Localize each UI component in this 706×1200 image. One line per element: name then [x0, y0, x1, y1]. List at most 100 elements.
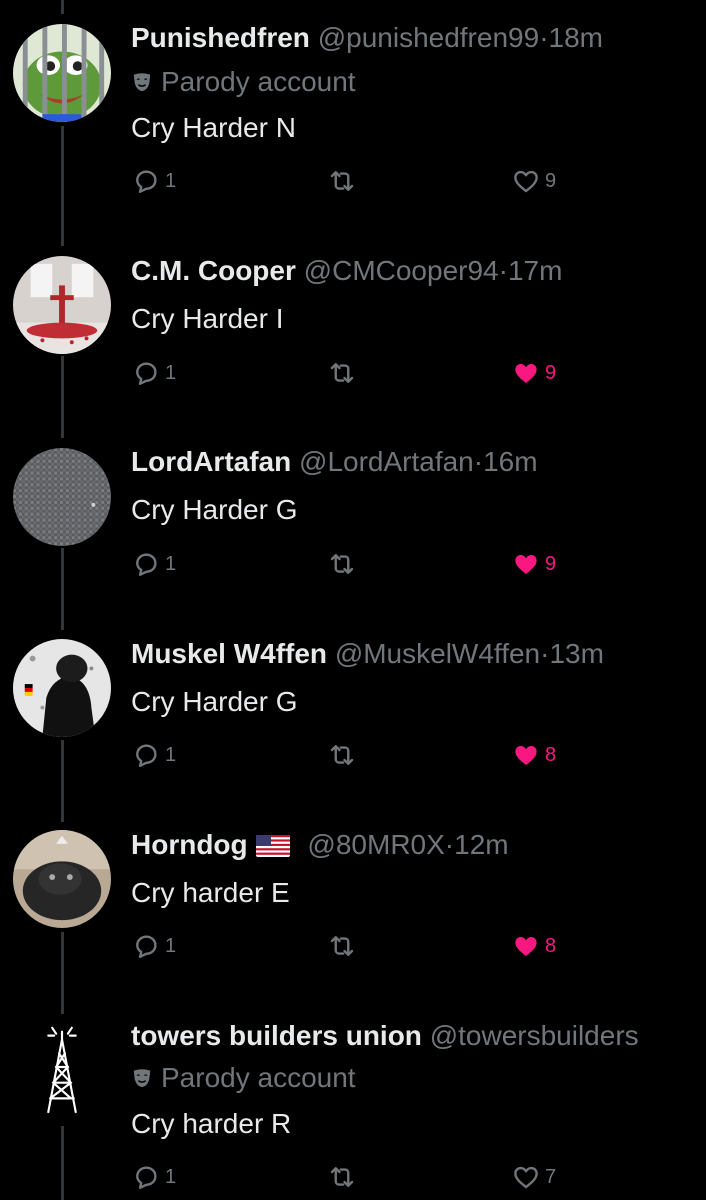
parody-text: Parody account	[161, 1062, 356, 1093]
user-handle[interactable]: @towersbuilders	[430, 1020, 639, 1051]
reply-count: 1	[165, 361, 177, 384]
reply-icon	[136, 1166, 157, 1189]
reply-button[interactable]: 1	[131, 740, 176, 770]
action-bar: 1 8	[131, 931, 581, 961]
reply-button[interactable]: 1	[131, 358, 176, 388]
timestamp[interactable]: 17m	[508, 255, 562, 286]
retweet-icon	[330, 936, 354, 956]
thread-line	[61, 126, 64, 246]
action-bar: 1 7	[131, 1162, 581, 1192]
retweet-button[interactable]	[327, 931, 357, 961]
tweet-header: towers builders union @towersbuilders	[131, 1018, 639, 1054]
heart-filled-icon	[515, 746, 537, 765]
separator-dot: ·	[473, 446, 484, 477]
tweet-text: Cry harder R	[131, 1108, 292, 1139]
thread-line	[61, 356, 64, 438]
reply-icon	[136, 744, 157, 767]
user-handle[interactable]: @CMCooper94	[304, 255, 499, 286]
tweet-header: C.M. Cooper @CMCooper94·17m	[131, 253, 562, 289]
thread-line	[61, 1126, 64, 1200]
like-button[interactable]: 8	[511, 931, 556, 961]
like-button[interactable]: 8	[511, 740, 556, 770]
radio-tower-avatar-icon	[13, 1018, 111, 1116]
reply-button[interactable]: 1	[131, 166, 176, 196]
us-flag-icon	[255, 835, 290, 857]
tweet-header: Muskel W4ffen @MuskelW4ffen·13m	[131, 636, 604, 672]
display-name[interactable]: Horndog	[131, 829, 248, 860]
separator-dot: ·	[444, 829, 455, 860]
reply-icon	[136, 935, 157, 958]
parody-text: Parody account	[161, 66, 356, 97]
display-name[interactable]: towers builders union	[131, 1020, 422, 1051]
user-handle[interactable]: @punishedfren99	[318, 22, 539, 53]
like-count: 9	[545, 361, 557, 384]
like-count: 7	[545, 1165, 557, 1188]
retweet-button[interactable]	[327, 166, 357, 196]
tweet-header: Horndog @80MR0X·12m	[131, 827, 509, 863]
like-button[interactable]: 9	[511, 358, 556, 388]
frog-avatar-icon	[13, 24, 111, 122]
display-name[interactable]: C.M. Cooper	[131, 255, 296, 286]
like-button[interactable]: 7	[511, 1162, 556, 1192]
display-name[interactable]: Muskel W4ffen	[131, 638, 327, 669]
reply-button[interactable]: 1	[131, 931, 176, 961]
retweet-button[interactable]	[327, 740, 357, 770]
reply-button[interactable]: 1	[131, 1162, 176, 1192]
reply-count: 1	[165, 552, 177, 575]
heart-filled-icon	[515, 937, 537, 956]
cross-room-avatar-icon	[13, 256, 111, 354]
like-count: 9	[545, 169, 557, 192]
reply-count: 1	[165, 1165, 177, 1188]
mask-icon	[133, 1069, 151, 1088]
separator-dot: ·	[498, 255, 508, 286]
user-handle[interactable]: @LordArtafan	[299, 446, 474, 477]
like-count: 8	[545, 934, 557, 957]
action-bar: 1 9	[131, 166, 581, 196]
reply-icon	[136, 170, 157, 193]
avatar[interactable]	[13, 639, 111, 737]
reply-count: 1	[165, 934, 177, 957]
timestamp[interactable]: 18m	[549, 22, 603, 53]
tweet-text: Cry Harder G	[131, 494, 298, 525]
retweet-icon	[330, 363, 354, 383]
display-name[interactable]: LordArtafan	[131, 446, 291, 477]
retweet-button[interactable]	[327, 358, 357, 388]
timestamp[interactable]: 12m	[454, 829, 508, 860]
reply-icon	[136, 362, 157, 385]
action-bar: 1 9	[131, 358, 581, 388]
retweet-button[interactable]	[327, 549, 357, 579]
retweet-icon	[330, 1167, 354, 1187]
mask-icon	[133, 73, 151, 92]
parody-label: Parody account	[131, 64, 356, 100]
action-bar: 1 9	[131, 549, 581, 579]
heart-outline-icon	[514, 1166, 538, 1189]
user-handle[interactable]: @MuskelW4ffen	[335, 638, 540, 669]
thread-line	[61, 932, 64, 1014]
reply-button[interactable]: 1	[131, 549, 176, 579]
avatar[interactable]	[13, 448, 111, 546]
display-name[interactable]: Punishedfren	[131, 22, 310, 53]
avatar[interactable]	[13, 256, 111, 354]
tweet-header: LordArtafan @LordArtafan·16m	[131, 444, 538, 480]
like-count: 8	[545, 743, 557, 766]
retweet-icon	[330, 171, 354, 191]
timestamp[interactable]: 13m	[549, 638, 603, 669]
timestamp[interactable]: 16m	[483, 446, 537, 477]
heart-filled-icon	[515, 555, 537, 574]
tweet-text: Cry harder E	[131, 877, 290, 908]
avatar[interactable]	[13, 830, 111, 928]
retweet-icon	[330, 554, 354, 574]
separator-dot: ·	[539, 22, 549, 53]
tweet-text: Cry Harder I	[131, 303, 284, 334]
heart-filled-icon	[515, 364, 537, 383]
avatar[interactable]	[13, 24, 111, 122]
reply-count: 1	[165, 169, 177, 192]
thread-line	[61, 548, 64, 630]
like-button[interactable]: 9	[511, 166, 556, 196]
like-button[interactable]: 9	[511, 549, 556, 579]
thread-line	[61, 740, 64, 822]
avatar[interactable]	[13, 1018, 111, 1116]
user-handle[interactable]: @80MR0X	[307, 829, 444, 860]
retweet-button[interactable]	[327, 1162, 357, 1192]
retweet-icon	[330, 745, 354, 765]
